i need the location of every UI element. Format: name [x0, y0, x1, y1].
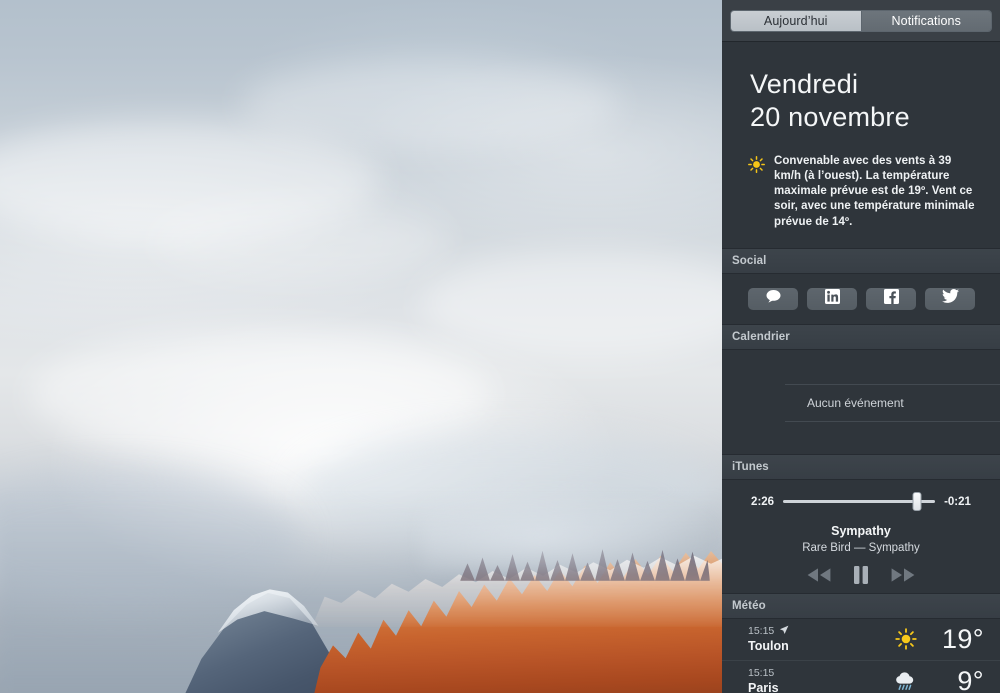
- social-button-messages[interactable]: [748, 287, 798, 310]
- itunes-transport-controls: [722, 565, 1000, 585]
- fast-forward-button[interactable]: [890, 567, 916, 583]
- tab-notifications[interactable]: Notifications: [860, 10, 991, 31]
- cloud-wisp: [240, 60, 620, 150]
- desktop-wallpaper: [0, 0, 722, 693]
- calendar-empty-row: Aucun événement: [785, 383, 1000, 422]
- itunes-elapsed-time: 2:26: [751, 495, 775, 508]
- date-weekday: Vendredi: [750, 69, 859, 99]
- calendar-spacer: [722, 422, 1000, 444]
- weather-row-paris[interactable]: 15:15 Paris 9°: [722, 661, 1000, 693]
- cloud-wisp: [150, 200, 450, 280]
- weather-row-city: Paris: [748, 680, 779, 693]
- location-arrow-icon: [779, 625, 789, 639]
- itunes-slider-knob[interactable]: [912, 492, 922, 512]
- weather-row-time-line: 15:15: [748, 667, 886, 680]
- itunes-widget: 2:26 -0:21 Sympathy Rare Bird — Sympathy: [722, 480, 1000, 593]
- weather-row-info: 15:15 Paris: [748, 667, 886, 693]
- weather-summary: Convenable avec des vents à 39 km/h (à l…: [722, 148, 1000, 248]
- weather-row-temperature: 9°: [957, 665, 984, 693]
- rewind-button[interactable]: [806, 567, 832, 583]
- weather-row-temperature: 19°: [941, 623, 984, 654]
- itunes-remaining-time: -0:21: [944, 495, 971, 508]
- weather-row-city: Toulon: [748, 639, 789, 654]
- sun-icon: [886, 628, 926, 651]
- social-buttons-row: [722, 274, 1000, 324]
- date-day-month: 20 novembre: [750, 101, 910, 132]
- itunes-scrubber-row: 2:26 -0:21: [722, 492, 1000, 512]
- pause-button[interactable]: [852, 565, 870, 585]
- section-header-weather: Météo: [722, 592, 1000, 619]
- rain-cloud-icon: [886, 670, 926, 692]
- date-header: Vendredi 20 novembre: [722, 42, 1000, 148]
- notification-center-topbar: Aujourd’hui Notifications: [722, 0, 1000, 42]
- calendar-empty-text: Aucun événement: [807, 395, 904, 410]
- tab-today[interactable]: Aujourd’hui: [731, 10, 861, 31]
- calendar-widget: Aucun événement: [722, 350, 1000, 454]
- notification-center-panel: Aujourd’hui Notifications Vendredi 20 no…: [722, 0, 1000, 693]
- linkedin-icon: [824, 288, 840, 309]
- weather-row-time: 15:15: [748, 625, 775, 638]
- sun-icon: [748, 154, 765, 230]
- messages-icon: [765, 289, 782, 308]
- segmented-control[interactable]: Aujourd’hui Notifications: [730, 9, 992, 32]
- social-button-facebook[interactable]: [866, 287, 916, 310]
- section-header-social: Social: [722, 247, 1000, 274]
- weather-row-toulon[interactable]: 15:15 Toulon 19°: [722, 619, 1000, 661]
- twitter-icon: [941, 289, 959, 308]
- social-button-linkedin[interactable]: [807, 287, 857, 310]
- weather-row-time-line: 15:15: [748, 625, 886, 639]
- itunes-track-subtitle: Rare Bird — Sympathy: [802, 541, 920, 554]
- weather-summary-text: Convenable avec des vents à 39 km/h (à l…: [774, 154, 975, 228]
- mist-layer: [422, 483, 722, 573]
- section-header-calendar: Calendrier: [722, 323, 1000, 350]
- facebook-icon: [883, 288, 899, 309]
- section-header-itunes: iTunes: [722, 453, 1000, 480]
- weather-row-info: 15:15 Toulon: [748, 625, 886, 655]
- cloud-wisp: [420, 250, 722, 360]
- itunes-progress-slider[interactable]: [783, 492, 936, 512]
- itunes-track-title: Sympathy: [831, 523, 891, 538]
- notification-center-body: Vendredi 20 novembre Convenable avec des…: [722, 42, 1000, 693]
- weather-row-time: 15:15: [748, 667, 775, 680]
- social-button-twitter[interactable]: [925, 287, 975, 310]
